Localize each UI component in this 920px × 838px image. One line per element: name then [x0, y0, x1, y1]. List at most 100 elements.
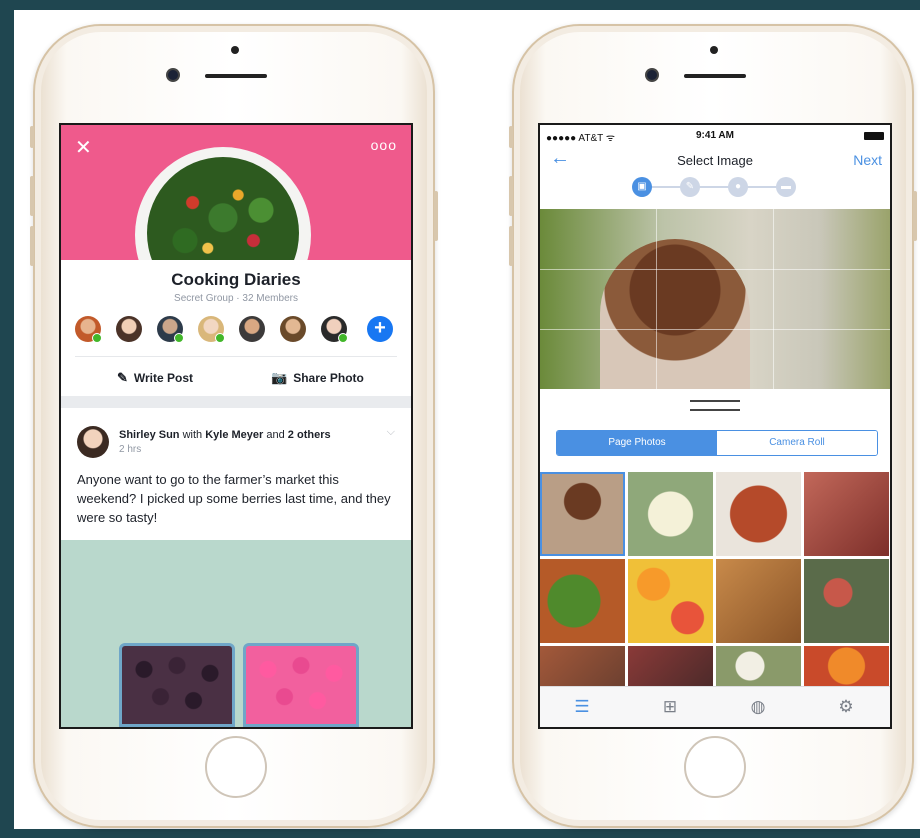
avatar[interactable] — [75, 316, 102, 343]
avatar[interactable] — [280, 316, 306, 342]
volume-down-button — [509, 226, 513, 266]
selected-image-preview[interactable] — [540, 209, 890, 389]
group-name: Cooking Diaries — [171, 270, 301, 289]
front-camera — [168, 70, 178, 80]
online-indicator — [92, 333, 102, 343]
photo-thumbnail[interactable] — [540, 646, 625, 686]
crop-gridline — [540, 269, 890, 270]
post-author[interactable]: Shirley Sun — [119, 429, 180, 441]
group-subtitle: Secret Group · 32 Members — [174, 293, 298, 304]
woman-photo — [600, 239, 750, 389]
add-icon[interactable]: ⊞ — [658, 697, 682, 717]
avatar[interactable] — [116, 316, 142, 342]
right-phone: ●●●●● AT&T ᯤ 9:41 AM ← Select Image Next… — [509, 24, 917, 828]
crop-gridline — [773, 209, 774, 389]
share-photo-button[interactable]: 📷 Share Photo — [271, 370, 364, 386]
page-title: Select Image — [677, 153, 753, 168]
photo-thumbnail[interactable] — [716, 559, 801, 643]
list-icon[interactable]: ☰ — [570, 697, 594, 717]
background-frame-left — [0, 0, 14, 838]
background-frame-bottom — [0, 829, 920, 838]
avatar[interactable] — [239, 316, 265, 342]
tab-camera-roll[interactable]: Camera Roll — [717, 431, 877, 455]
step-people-icon[interactable]: ● — [728, 177, 748, 197]
globe-icon[interactable]: ◍ — [746, 697, 770, 717]
crop-gridline — [656, 209, 657, 389]
left-phone: ✕ ooo Cooking Diaries Secret Group · 32 … — [30, 24, 438, 828]
step-card-icon[interactable]: ▬ — [776, 177, 796, 197]
post-text: Anyone want to go to the farmer’s market… — [77, 472, 391, 525]
power-button — [434, 191, 438, 241]
photo-thumbnail[interactable] — [628, 559, 713, 643]
avatar[interactable] — [77, 426, 109, 458]
mute-switch — [509, 126, 513, 148]
close-icon[interactable]: ✕ — [75, 135, 92, 160]
group-header-card: Cooking Diaries Secret Group · 32 Member… — [61, 260, 411, 396]
avatar[interactable] — [321, 316, 348, 343]
raspberries-image — [243, 643, 359, 727]
photo-thumbnail[interactable] — [628, 472, 713, 556]
photo-thumbnail[interactable] — [540, 472, 625, 556]
blackberries-image — [119, 643, 235, 727]
volume-down-button — [30, 226, 34, 266]
left-screen: ✕ ooo Cooking Diaries Secret Group · 32 … — [59, 123, 413, 729]
steps-connector — [650, 186, 780, 188]
avatar[interactable] — [157, 316, 184, 343]
crop-gridline — [540, 329, 890, 330]
volume-up-button — [509, 176, 513, 216]
step-image-icon[interactable]: ▣ — [632, 177, 652, 197]
add-member-button[interactable]: + — [367, 316, 393, 342]
photo-thumbnail[interactable] — [804, 559, 889, 643]
photo-grid — [540, 472, 890, 686]
group-cover-photo: ✕ ooo — [61, 125, 411, 260]
photo-thumbnail[interactable] — [716, 646, 801, 686]
gear-icon[interactable]: ⚙ — [834, 697, 858, 717]
tab-page-photos[interactable]: Page Photos — [557, 431, 717, 455]
avatar[interactable] — [198, 316, 225, 343]
proximity-sensor — [710, 46, 718, 54]
photo-thumbnail[interactable] — [628, 646, 713, 686]
and-word: and — [266, 429, 285, 441]
camera-icon: 📷 — [271, 370, 288, 385]
online-indicator — [174, 333, 184, 343]
battery-icon — [864, 132, 884, 140]
home-button[interactable] — [205, 736, 267, 798]
edit-icon: ✎ — [117, 370, 128, 385]
next-button[interactable]: Next — [853, 152, 882, 168]
status-time: 9:41 AM — [696, 130, 734, 141]
navigation-bar: ← Select Image Next — [540, 145, 890, 175]
with-word: with — [182, 429, 203, 441]
write-post-button[interactable]: ✎ Write Post — [117, 370, 193, 386]
earpiece-speaker — [205, 74, 267, 78]
share-photo-label: Share Photo — [293, 371, 364, 385]
background-frame-top — [0, 0, 920, 10]
chevron-down-icon[interactable]: ⌵ — [387, 426, 395, 439]
volume-up-button — [30, 176, 34, 216]
proximity-sensor — [231, 46, 239, 54]
bottom-tab-bar: ☰ ⊞ ◍ ⚙ — [540, 686, 890, 727]
earpiece-speaker — [684, 74, 746, 78]
feed-separator — [61, 396, 411, 408]
post-timestamp: 2 hrs — [119, 444, 142, 455]
photo-thumbnail[interactable] — [716, 472, 801, 556]
more-options-icon[interactable]: ooo — [371, 137, 397, 153]
online-indicator — [215, 333, 225, 343]
post-photo[interactable] — [61, 540, 411, 727]
tagged-others[interactable]: 2 others — [288, 429, 331, 441]
mute-switch — [30, 126, 34, 148]
photo-thumbnail[interactable] — [804, 472, 889, 556]
status-bar: ●●●●● AT&T ᯤ 9:41 AM — [540, 125, 890, 145]
photo-thumbnail[interactable] — [804, 646, 889, 686]
power-button — [913, 191, 917, 241]
home-button[interactable] — [684, 736, 746, 798]
online-indicator — [338, 333, 348, 343]
progress-steps: ▣ ✎ ● ▬ — [540, 175, 890, 199]
drag-handle[interactable] — [690, 400, 740, 411]
tagged-person[interactable]: Kyle Meyer — [205, 429, 263, 441]
front-camera — [647, 70, 657, 80]
photo-thumbnail[interactable] — [540, 559, 625, 643]
right-screen: ●●●●● AT&T ᯤ 9:41 AM ← Select Image Next… — [538, 123, 892, 729]
divider — [75, 356, 397, 357]
post-header: Shirley Sun with Kyle Meyer and 2 others — [119, 429, 331, 441]
step-edit-icon[interactable]: ✎ — [680, 177, 700, 197]
